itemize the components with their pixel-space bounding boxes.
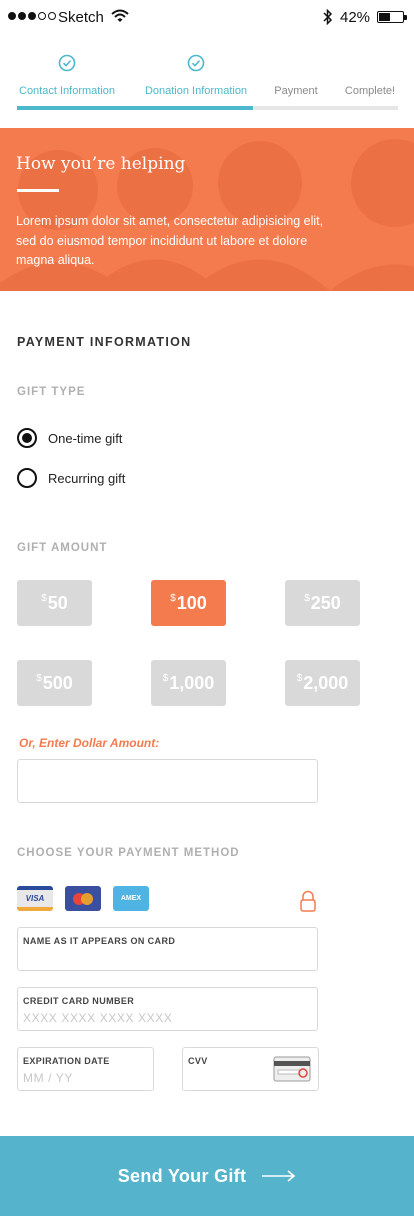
wifi-icon — [111, 9, 129, 22]
amount-value: 1,000 — [169, 672, 215, 693]
step-label: Donation Information — [144, 85, 248, 97]
field-label: CVV — [188, 1056, 208, 1066]
field-placeholder: XXXX XXXX XXXX XXXX — [23, 1011, 173, 1025]
check-circle-icon — [58, 54, 76, 72]
step-donation-information[interactable]: Donation Information — [141, 52, 251, 97]
radio-unchecked-icon — [17, 468, 37, 488]
step-complete[interactable]: Complete! — [340, 52, 400, 97]
currency-symbol: $ — [162, 673, 169, 684]
amount-value: 2,000 — [303, 672, 349, 693]
field-label: CREDIT CARD NUMBER — [23, 996, 135, 1006]
step-label: Contact Information — [19, 85, 115, 97]
radio-checked-icon — [17, 428, 37, 448]
battery-percent: 42% — [340, 9, 371, 26]
carrier-name: Sketch — [58, 9, 104, 26]
gift-type-title: GIFT TYPE — [17, 386, 86, 398]
payment-method-title: CHOOSE YOUR PAYMENT METHOD — [17, 847, 240, 859]
amount-value: 50 — [47, 592, 68, 613]
bluetooth-icon — [323, 9, 333, 25]
currency-symbol: $ — [36, 673, 42, 684]
radio-recurring-gift[interactable]: Recurring gift — [17, 467, 125, 489]
visa-card-icon[interactable]: VISA — [17, 886, 53, 911]
mastercard-logo-icon — [73, 892, 93, 905]
visa-label: VISA — [25, 894, 45, 903]
currency-symbol: $ — [296, 673, 303, 684]
hero-divider — [17, 189, 59, 192]
payment-information-title: PAYMENT INFORMATION — [17, 335, 192, 349]
currency-symbol: $ — [41, 593, 47, 604]
amount-button-500[interactable]: $500 — [17, 660, 92, 706]
cvv-card-icon — [273, 1056, 311, 1082]
amount-button-1000[interactable]: $1,000 — [151, 660, 226, 706]
step-label: Complete! — [344, 85, 396, 97]
gift-amount-title: GIFT AMOUNT — [17, 542, 108, 554]
send-gift-label: Send Your Gift — [117, 1165, 247, 1186]
amount-button-2000[interactable]: $2,000 — [285, 660, 360, 706]
currency-symbol: $ — [304, 593, 310, 604]
amount-value: 500 — [42, 672, 73, 693]
progress-track — [17, 106, 398, 110]
progress-steps: Contact Information Donation Information… — [0, 52, 414, 112]
amex-card-icon[interactable]: AMEX — [113, 886, 149, 911]
step-payment[interactable]: Payment — [268, 52, 324, 97]
hero-description: Lorem ipsum dolor sit amet, consectetur … — [16, 214, 324, 267]
name-on-card-field[interactable]: NAME AS IT APPEARS ON CARD — [17, 927, 318, 971]
amount-button-100[interactable]: $100 — [151, 580, 226, 626]
signal-strength-icon — [8, 12, 56, 20]
field-label: NAME AS IT APPEARS ON CARD — [23, 936, 176, 946]
radio-label: One-time gift — [48, 430, 123, 446]
hero-banner: How you’re helping Lorem ipsum dolor sit… — [0, 128, 414, 291]
mastercard-card-icon[interactable] — [65, 886, 101, 911]
amount-button-50[interactable]: $50 — [17, 580, 92, 626]
custom-amount-input[interactable] — [17, 759, 318, 803]
step-label: Payment — [274, 85, 318, 97]
lock-icon — [300, 890, 316, 912]
enter-amount-label: Or, Enter Dollar Amount: — [19, 736, 160, 750]
amount-button-250[interactable]: $250 — [285, 580, 360, 626]
amount-value: 250 — [310, 592, 341, 613]
radio-one-time-gift[interactable]: One-time gift — [17, 427, 122, 449]
field-label: EXPIRATION DATE — [23, 1056, 110, 1066]
field-placeholder: MM / YY — [23, 1071, 73, 1085]
progress-fill — [17, 106, 254, 110]
step-contact-information[interactable]: Contact Information — [17, 52, 117, 97]
hero-title: How you’re helping — [16, 154, 186, 174]
expiration-date-field[interactable]: EXPIRATION DATE MM / YY — [17, 1047, 154, 1091]
currency-symbol: $ — [170, 593, 176, 604]
radio-label: Recurring gift — [48, 470, 126, 486]
card-number-field[interactable]: CREDIT CARD NUMBER XXXX XXXX XXXX XXXX — [17, 987, 318, 1031]
amount-value: 100 — [176, 592, 207, 613]
send-gift-button[interactable]: Send Your Gift — [0, 1136, 414, 1216]
amex-label: AMEX — [120, 895, 142, 902]
arrow-right-icon — [262, 1170, 296, 1182]
cvv-field[interactable]: CVV — [182, 1047, 319, 1091]
status-bar: Sketch 42% — [0, 0, 414, 34]
check-circle-icon — [187, 54, 205, 72]
battery-icon — [377, 11, 407, 23]
